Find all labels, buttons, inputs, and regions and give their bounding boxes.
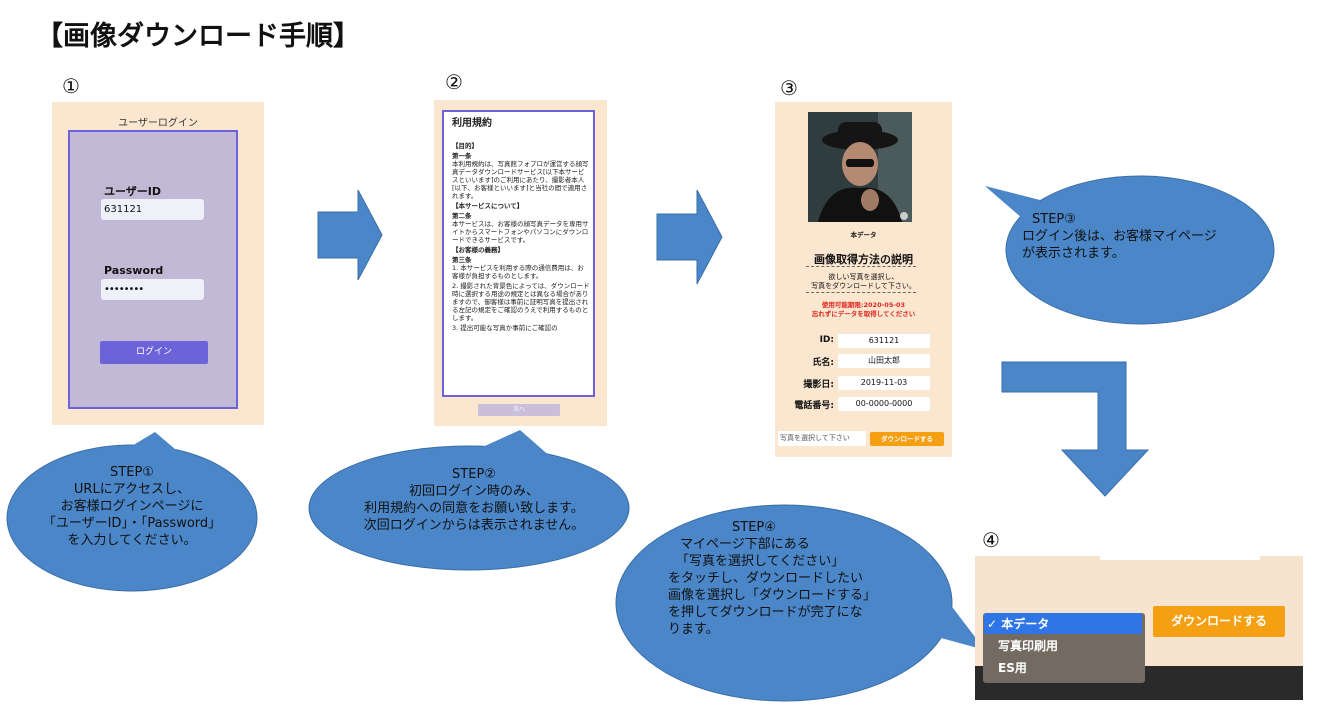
next-button[interactable]: 次へ <box>478 404 560 416</box>
terms-text: 1. 本サービスを利用する際の通信費用は、お客様が負担するものとします。 <box>452 264 584 280</box>
bubble-line: STEP④ <box>732 520 776 535</box>
bubble-line: 「写真を選択してください」 <box>676 554 845 569</box>
arrow-right-icon <box>656 189 723 285</box>
password-input[interactable]: •••••••• <box>101 279 204 300</box>
profile-photo <box>808 112 912 222</box>
terms-text: 本サービスは、お客様の顔写真データを専用サイトからスマートフォンやパソコンにダウ… <box>452 220 589 244</box>
bubble-line: を入力してください。 <box>67 533 197 548</box>
name-label: 氏名: <box>812 358 834 368</box>
password-label: Password <box>104 264 164 277</box>
bubble-line: が表示されます。 <box>1022 246 1125 261</box>
dropdown-option-es[interactable]: ES用 <box>998 659 1027 676</box>
phone-value: 00-0000-0000 <box>838 397 930 411</box>
bubble-line: 画像を選択し「ダウンロードする」 <box>668 588 877 603</box>
screen-top-strip <box>1100 548 1260 560</box>
bubble-line: STEP② <box>452 467 496 482</box>
login-button[interactable]: ログイン <box>100 341 208 364</box>
dropdown-option-print[interactable]: 写真印刷用 <box>998 637 1058 654</box>
divider <box>806 266 916 267</box>
photo-caption: 本データ <box>850 231 877 239</box>
bubble-line: STEP③ <box>1032 212 1076 227</box>
step2-description: STEP② 初回ログイン時のみ、 利用規約への同意をお願い致します。 次回ログイ… <box>349 466 599 534</box>
instructions-line2: 写真をダウンロードして下さい。 <box>811 282 916 290</box>
date-label: 撮影日: <box>803 380 834 390</box>
name-value: 山田太郎 <box>838 354 930 368</box>
bubble-line: 次回ログインからは表示されません。 <box>363 518 585 533</box>
terms-text: 3. 提出可能な写真か事前にご確認の <box>452 324 558 332</box>
phone-label: 電話番号: <box>794 401 834 411</box>
id-value: 631121 <box>838 334 930 348</box>
login-header: ユーザーログイン <box>118 118 198 129</box>
terms-panel[interactable]: 利用規約 【目的】 第一条 本利用規約は、写真館フォプロが運営する顔写真データダ… <box>442 110 595 397</box>
terms-article: 第二条 <box>452 212 472 220</box>
bubble-line: を押してダウンロードが完了にな <box>668 605 863 620</box>
terms-section: 【お客様の義務】 <box>452 246 504 254</box>
bubble-line: マイページ下部にある <box>680 537 810 552</box>
terms-heading: 利用規約 <box>452 118 492 129</box>
userid-label: ユーザーID <box>104 185 162 198</box>
userid-input[interactable]: 631121 <box>101 199 204 220</box>
bubble-line: 利用規約への同意をお願い致します。 <box>364 501 584 516</box>
bubble-line: ログイン後は、お客様マイページ <box>1022 229 1217 244</box>
bubble-line: お客様ログインページに <box>60 499 204 514</box>
photo-illustration <box>808 112 912 222</box>
terms-article: 第三条 <box>452 256 472 264</box>
dropdown-option-main[interactable]: ✓ 本データ <box>987 615 1049 632</box>
terms-text: 本利用規約は、写真館フォプロが運営する顔写真データダウンロードサービス[以下本サ… <box>452 160 589 200</box>
step3-description: STEP③ ログイン後は、お客様マイページ が表示されます。 <box>1022 211 1217 262</box>
terms-article: 第一条 <box>452 152 472 160</box>
bubble-line: STEP① <box>110 465 154 480</box>
bubble-line: ります。 <box>668 622 719 637</box>
arrow-right-icon <box>317 189 383 281</box>
id-label: ID: <box>819 335 834 345</box>
bubble-line: URLにアクセスし、 <box>73 482 191 497</box>
photo-type-dropdown[interactable]: ✓ 本データ 写真印刷用 ES用 <box>983 613 1145 683</box>
instructions-heading: 画像取得方法の説明 <box>814 253 913 266</box>
bubble-line: をタッチし、ダウンロードしたい <box>668 571 864 586</box>
step1-description: STEP① URLにアクセスし、 お客様ログインページに 「ユーザーID」・「P… <box>37 464 227 549</box>
date-value: 2019-11-03 <box>838 376 930 390</box>
bubble-line: 「ユーザーID」・「Password」 <box>42 516 222 531</box>
step4-description: STEP④ マイページ下部にある 「写真を選択してください」 をタッチし、ダウン… <box>668 519 876 638</box>
bubble-line: 初回ログイン時のみ、 <box>408 484 539 499</box>
terms-text: 2. 撮影された背景色によっては、ダウンロード時に選択する用途の規定とは異なる場… <box>452 282 590 322</box>
arrow-bend-down-icon <box>1001 361 1150 497</box>
download-button-large[interactable]: ダウンロードする <box>1153 606 1285 637</box>
terms-section: 【目的】 <box>452 142 478 150</box>
terms-section: 【本サービスについて】 <box>452 202 524 210</box>
download-button[interactable]: ダウンロードする <box>870 432 944 446</box>
divider <box>806 292 916 293</box>
photo-select[interactable]: 写真を選択して下さい <box>778 431 866 446</box>
expiry-reminder: 忘れずにデータを取得してください <box>811 310 916 318</box>
